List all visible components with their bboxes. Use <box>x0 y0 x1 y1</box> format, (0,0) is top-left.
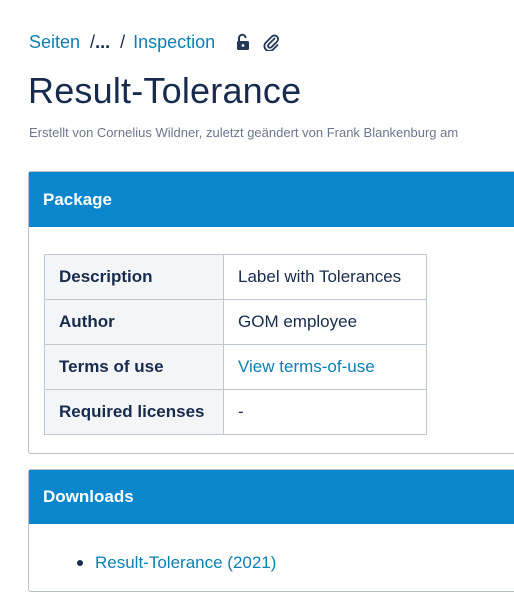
paperclip-icon[interactable] <box>263 33 280 51</box>
table-row: Terms of use View terms-of-use <box>44 344 427 390</box>
author-value: GOM employee <box>223 299 427 345</box>
download-link[interactable]: Result-Tolerance (2021) <box>95 553 276 573</box>
required-licenses-value: - <box>223 389 427 435</box>
terms-of-use-link[interactable]: View terms-of-use <box>238 357 375 376</box>
breadcrumb: Seiten / ... / Inspection <box>29 30 280 54</box>
required-licenses-label: Required licenses <box>44 389 224 435</box>
bullet-icon <box>77 560 83 566</box>
page-action-icons <box>235 33 280 51</box>
table-row: Description Label with Tolerances <box>44 254 427 300</box>
breadcrumb-separator: / <box>120 31 126 52</box>
table-row: Required licenses - <box>44 389 427 435</box>
breadcrumb-item-seiten[interactable]: Seiten <box>29 32 80 53</box>
package-panel: Package Description Label with Tolerance… <box>28 171 514 454</box>
downloads-panel-header: Downloads <box>29 470 514 524</box>
list-item: Result-Tolerance (2021) <box>77 553 276 573</box>
downloads-panel: Downloads Result-Tolerance (2021) <box>28 469 514 592</box>
table-row: Author GOM employee <box>44 299 427 345</box>
page-byline: Erstellt von Cornelius Wildner, zuletzt … <box>29 125 459 140</box>
breadcrumb-ellipsis[interactable]: ... <box>95 32 110 53</box>
package-info-table: Description Label with Tolerances Author… <box>44 254 427 435</box>
description-label: Description <box>44 254 224 300</box>
unlock-icon[interactable] <box>235 33 251 51</box>
downloads-list: Result-Tolerance (2021) <box>77 553 276 573</box>
terms-of-use-cell: View terms-of-use <box>223 344 427 390</box>
description-value: Label with Tolerances <box>223 254 427 300</box>
terms-of-use-label: Terms of use <box>44 344 224 390</box>
page: Seiten / ... / Inspection Result-Toleran… <box>0 0 514 605</box>
author-label: Author <box>44 299 224 345</box>
breadcrumb-item-inspection[interactable]: Inspection <box>133 32 215 53</box>
page-title: Result-Tolerance <box>28 70 302 111</box>
package-panel-header: Package <box>29 172 514 227</box>
